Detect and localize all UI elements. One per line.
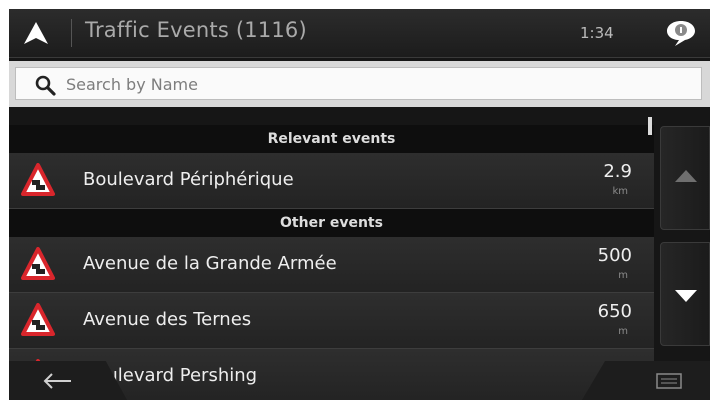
- header-divider: [71, 19, 72, 47]
- traffic-warning-icon: [21, 303, 55, 336]
- event-distance-unit: m: [618, 326, 628, 337]
- search-input[interactable]: Search by Name: [15, 67, 702, 100]
- scroll-down-button[interactable]: [660, 242, 710, 346]
- event-distance: 500: [597, 245, 632, 266]
- menu-icon: [656, 373, 682, 389]
- page-title: Traffic Events (1116): [85, 18, 307, 42]
- event-distance: 2.9: [603, 161, 632, 182]
- message-bubble-icon[interactable]: [665, 18, 697, 48]
- triangle-up-icon: [675, 170, 697, 182]
- clock: 1:34: [580, 24, 614, 42]
- search-icon: [35, 75, 56, 96]
- traffic-warning-icon: [21, 163, 55, 196]
- event-distance-unit: km: [612, 186, 628, 197]
- list-item[interactable]: Boulevard Périphérique 2.9 km: [9, 153, 654, 209]
- traffic-events-screen: Traffic Events (1116) 1:34 Search by Nam…: [9, 9, 710, 400]
- event-list: Relevant events Boulevard Périphérique 2…: [9, 117, 654, 400]
- bottom-bar: [9, 361, 710, 400]
- scroll-thumb[interactable]: [648, 117, 652, 135]
- triangle-down-icon: [675, 290, 697, 302]
- navigation-arrow-icon[interactable]: [23, 21, 49, 45]
- event-distance-unit: m: [618, 270, 628, 281]
- header-bar: Traffic Events (1116) 1:34: [9, 9, 710, 58]
- section-header-other: Other events: [9, 209, 654, 237]
- event-name: Avenue des Ternes: [83, 309, 252, 330]
- event-name: Boulevard Périphérique: [83, 169, 294, 190]
- section-header-relevant: Relevant events: [9, 125, 654, 153]
- event-name: Avenue de la Grande Armée: [83, 253, 337, 274]
- search-placeholder: Search by Name: [66, 75, 198, 94]
- traffic-warning-icon: [21, 247, 55, 280]
- back-button[interactable]: [9, 361, 127, 400]
- menu-button[interactable]: [582, 361, 710, 400]
- scroll-up-button[interactable]: [660, 126, 710, 230]
- arrow-left-icon: [43, 373, 71, 389]
- event-distance: 650: [597, 301, 632, 322]
- list-item[interactable]: Avenue des Ternes 650 m: [9, 293, 654, 349]
- search-bar: Search by Name: [9, 61, 710, 107]
- list-item[interactable]: Avenue de la Grande Armée 500 m: [9, 237, 654, 293]
